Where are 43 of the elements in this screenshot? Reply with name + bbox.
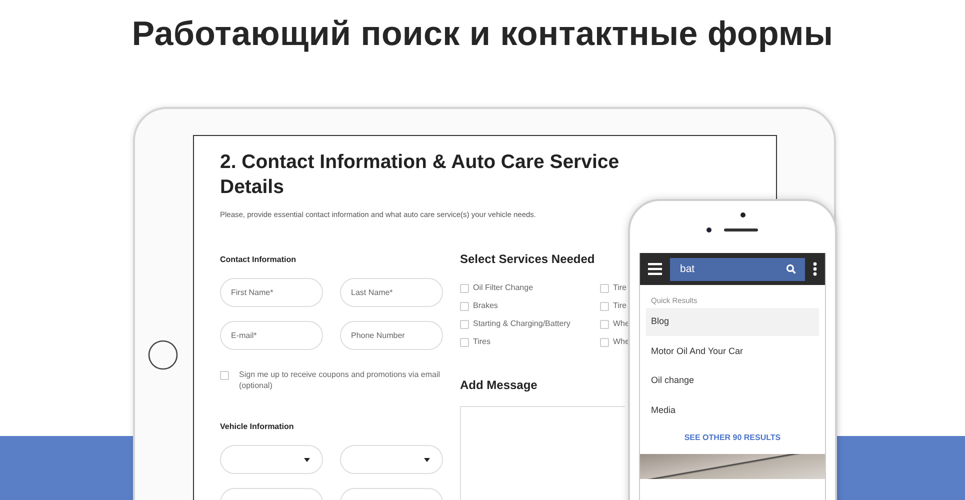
page-heading: Работающий поиск и контактные формы	[130, 14, 834, 55]
camera-icon	[706, 227, 712, 233]
caret-icon	[304, 458, 310, 462]
form-title: 2. Contact Information & Auto Care Service Details	[220, 150, 620, 200]
checkbox-label: Starting & Charging/Battery	[473, 318, 570, 330]
checkbox-label: Sign me up to receive coupons and promotions via email (optional)	[239, 370, 441, 392]
more-results-link[interactable]: SEE OTHER 90 RESULTS	[646, 432, 819, 454]
search-field[interactable]: bat	[670, 258, 805, 280]
section-title: Vehicle Information	[220, 421, 295, 434]
checkbox-label: Oil Filter Change	[473, 282, 534, 294]
search-result-item[interactable]: Blog	[646, 308, 819, 336]
caret-icon	[424, 458, 430, 462]
service-checkbox[interactable]	[600, 284, 609, 293]
input-field[interactable]: E-mail*	[220, 320, 323, 350]
section-title: Add Message	[460, 376, 538, 394]
checkbox-label: Tire	[613, 282, 626, 294]
speaker-icon	[724, 228, 758, 232]
checkbox-label: Tires	[473, 336, 490, 348]
section-title: Contact Information	[220, 254, 297, 266]
input-field[interactable]: First Name*	[220, 278, 323, 307]
service-checkbox[interactable]	[460, 284, 469, 293]
section-title: Select Services Needed	[460, 250, 595, 268]
home-button-icon	[148, 340, 178, 370]
search-result-item[interactable]: Oil change	[646, 367, 819, 395]
service-checkbox[interactable]	[460, 338, 469, 347]
service-checkbox[interactable]	[600, 338, 609, 347]
service-checkbox[interactable]	[460, 302, 469, 311]
service-checkbox[interactable]	[460, 320, 469, 329]
input-field[interactable]: Phone Number	[340, 320, 443, 350]
search-icon[interactable]	[786, 264, 796, 274]
checkbox-label: Brakes	[473, 300, 498, 312]
dropdown-field[interactable]	[220, 445, 323, 474]
more-icon[interactable]	[813, 262, 817, 276]
menu-icon[interactable]	[648, 263, 662, 275]
search-result-item[interactable]: Motor Oil And Your Car	[646, 338, 819, 366]
checkbox-label: Tire	[613, 300, 626, 312]
search-result-item[interactable]: Media	[646, 396, 819, 424]
newsletter-checkbox[interactable]	[220, 370, 229, 380]
service-checkbox[interactable]	[600, 302, 609, 311]
dropdown-field[interactable]	[340, 445, 443, 474]
input-field[interactable]: Last Name*	[340, 278, 443, 307]
sensor-icon	[740, 212, 746, 218]
service-checkbox[interactable]	[600, 320, 609, 329]
